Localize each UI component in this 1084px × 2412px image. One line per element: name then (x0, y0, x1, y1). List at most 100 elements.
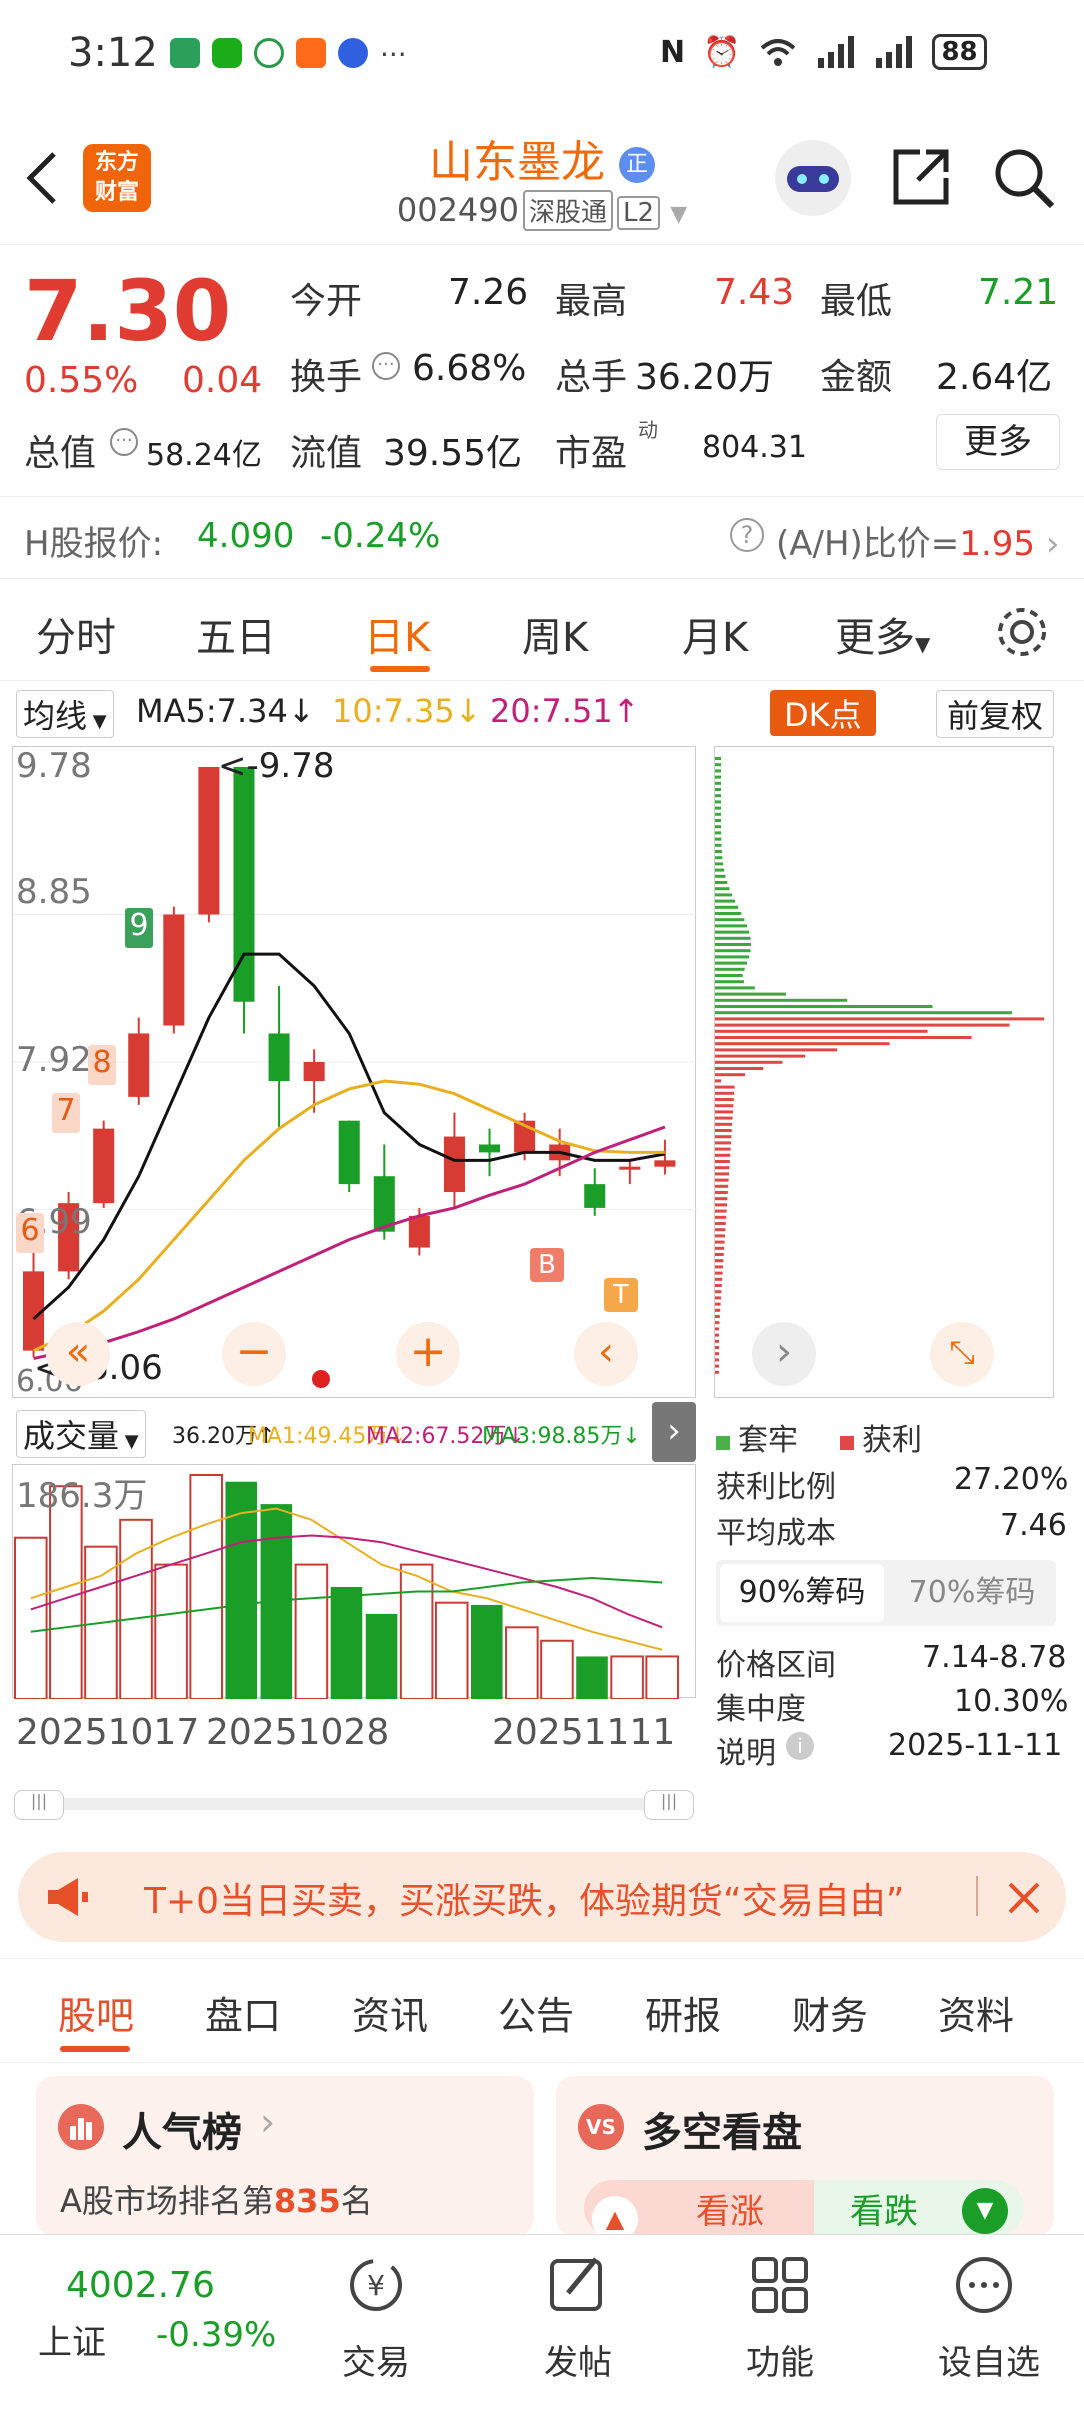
ai-assistant-icon[interactable] (775, 140, 851, 216)
live-dot (312, 1370, 330, 1388)
longshort-card[interactable]: VS 多空看盘 ▲ 看涨 看跌 ▼ (556, 2076, 1054, 2242)
chip-bar (715, 1321, 720, 1325)
promo-banner[interactable]: T+0当日买卖，买涨买跌，体验期货“交易自由” (18, 1852, 1066, 1942)
t-marker[interactable]: T (604, 1278, 638, 1312)
help-icon[interactable]: ? (730, 518, 764, 552)
chip-bar (715, 887, 730, 891)
more-button[interactable]: 更多 (936, 414, 1060, 470)
divider (0, 1958, 1084, 1959)
tab-70-chips[interactable]: 70%筹码 (890, 1564, 1054, 1622)
watchlist-icon[interactable] (944, 2249, 1024, 2323)
chevron-right-icon: › (260, 2100, 276, 2144)
tab-zixun[interactable]: 资讯 (352, 1985, 428, 2040)
chip-distribution[interactable] (714, 746, 1054, 1398)
chip-bar (715, 1166, 730, 1170)
ma-mode-select[interactable]: 均线 ▼ (16, 690, 114, 738)
volume-select[interactable]: 成交量 ▼ (16, 1410, 146, 1458)
scroller-right-handle[interactable]: ||| (644, 1790, 694, 1820)
chip-bar (715, 974, 743, 977)
chip-bar (715, 812, 722, 816)
battery-icon: 88 (932, 34, 987, 70)
rank-number: 835 (273, 2182, 341, 2220)
tab-more[interactable]: 更多▼ (835, 605, 930, 663)
ah-ratio-label: (A/H)比价= (776, 524, 960, 564)
vote-down-label[interactable]: 看跌 (850, 2184, 918, 2233)
vol-value: 36.20万 (635, 357, 775, 398)
range-scroller[interactable] (14, 1798, 694, 1810)
nav-post[interactable]: 发帖 (518, 2335, 638, 2384)
chip-bar (715, 1352, 719, 1356)
volume-bar (119, 1518, 153, 1700)
info-icon-2[interactable]: ··· (110, 428, 138, 456)
ah-ratio[interactable]: (A/H)比价=1.95 › (776, 516, 1059, 565)
chip-bar (715, 843, 722, 847)
info-icon[interactable]: ··· (372, 352, 400, 380)
chip-bar (715, 1023, 1010, 1027)
close-icon[interactable] (1006, 1880, 1042, 1916)
volume-bar (471, 1604, 503, 1699)
tab-90-chips[interactable]: 90%筹码 (720, 1564, 884, 1622)
nav-trade[interactable]: 交易 (316, 2335, 436, 2384)
scroll-start-button[interactable]: « (46, 1322, 110, 1386)
prev-button[interactable]: ‹ (574, 1322, 638, 1386)
chip-bar (715, 986, 755, 990)
share-icon[interactable] (890, 146, 952, 208)
down-arrow-icon[interactable]: ▼ (962, 2188, 1008, 2234)
nav-add-watchlist[interactable]: 设自选 (924, 2335, 1054, 2384)
chevron-right-icon: › (1045, 524, 1060, 564)
tab-wuri[interactable]: 五日 (196, 605, 276, 663)
adjust-select[interactable]: 前复权 (936, 690, 1055, 738)
index-value[interactable]: 4002.76 (66, 2265, 215, 2306)
tab-zhouk[interactable]: 周K (522, 605, 588, 663)
tab-yanbao[interactable]: 研报 (645, 1985, 721, 2040)
info-icon[interactable]: i (786, 1732, 814, 1760)
chip-bar (715, 1091, 735, 1095)
expand-icon[interactable]: ⤡ (930, 1322, 994, 1386)
marker-6[interactable]: 6 (16, 1213, 44, 1253)
marker-8[interactable]: 8 (88, 1045, 116, 1085)
chip-bar (715, 1005, 933, 1008)
tab-rik[interactable]: 日K (364, 605, 430, 663)
index-chg[interactable]: -0.39% (156, 2315, 276, 2355)
index-name[interactable]: 上证 (38, 2315, 106, 2364)
chip-bar (715, 961, 748, 965)
amount-value: 2.64亿 (936, 357, 1053, 398)
function-icon[interactable] (740, 2249, 820, 2323)
gear-icon[interactable] (994, 604, 1050, 660)
chip-next-button[interactable]: › (752, 1322, 816, 1386)
chip-bar (715, 918, 745, 922)
chip-bar (715, 967, 745, 971)
post-icon[interactable] (538, 2249, 618, 2323)
tab-guba[interactable]: 股吧 (58, 1985, 134, 2040)
signal-icon-2 (876, 36, 913, 68)
dropdown-icon[interactable]: ▼ (670, 202, 687, 227)
chip-bar (715, 1265, 723, 1269)
zoom-out-button[interactable]: − (222, 1322, 286, 1386)
chip-bar (715, 912, 742, 915)
turnover-value: 6.68% (412, 348, 527, 389)
tab-yuek[interactable]: 月K (682, 605, 748, 663)
popularity-card[interactable]: 人气榜 › A股市场排名第835名 (36, 2076, 534, 2236)
expand-chevron-icon[interactable]: › (652, 1402, 696, 1462)
marker-9[interactable]: 9 (125, 908, 153, 948)
chip-bar (715, 1215, 727, 1219)
tab-fenshi[interactable]: 分时 (36, 605, 116, 663)
tab-caiwu[interactable]: 财务 (792, 1985, 868, 2040)
low-value: 7.21 (978, 272, 1059, 313)
volume-bar (294, 1563, 329, 1700)
zoom-in-button[interactable]: + (396, 1322, 460, 1386)
tab-ziliao[interactable]: 资料 (938, 1985, 1014, 2040)
scroller-left-handle[interactable]: ||| (14, 1790, 64, 1820)
buy-marker[interactable]: B (530, 1248, 564, 1282)
trade-icon[interactable]: ¥ (336, 2249, 416, 2329)
tab-more-label: 更多 (835, 615, 915, 661)
tab-gonggao[interactable]: 公告 (498, 1985, 574, 2040)
tab-pankou[interactable]: 盘口 (205, 1985, 281, 2040)
chip-bar (715, 893, 733, 897)
chip-bar (715, 1160, 730, 1163)
nav-function[interactable]: 功能 (720, 2335, 840, 2384)
search-icon[interactable] (992, 146, 1056, 210)
vote-up-label[interactable]: 看涨 (696, 2184, 764, 2233)
dk-point-button[interactable]: DK点 (770, 690, 876, 736)
marker-7[interactable]: 7 (52, 1093, 80, 1133)
